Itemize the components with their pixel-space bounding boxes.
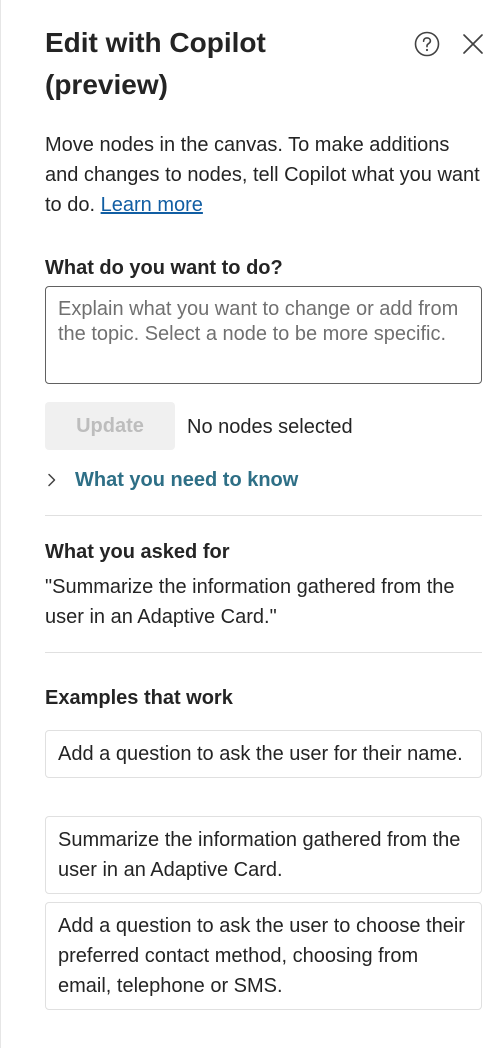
- prompt-label: What do you want to do?: [45, 257, 283, 279]
- chevron-right-icon: [48, 473, 56, 487]
- what-you-need-to-know-label: What you need to know: [75, 469, 299, 491]
- examples-heading: Examples that work: [45, 687, 233, 709]
- update-button[interactable]: Update: [45, 402, 175, 450]
- help-button[interactable]: [414, 31, 440, 57]
- section-divider: [45, 515, 482, 516]
- close-icon: [463, 34, 483, 54]
- panel-title-line1: Edit with Copilot: [45, 27, 266, 58]
- example-card[interactable]: Add a question to ask the user to choose…: [45, 902, 482, 1010]
- prompt-input[interactable]: [45, 286, 482, 384]
- panel-description: Move nodes in the canvas. To make additi…: [45, 130, 485, 220]
- question-circle-icon: [414, 31, 440, 57]
- close-button[interactable]: [460, 31, 486, 57]
- panel-title-line2: (preview): [45, 69, 168, 100]
- copilot-edit-panel: Edit with Copilot (preview) Move nodes i…: [0, 0, 501, 1048]
- asked-heading: What you asked for: [45, 541, 230, 563]
- example-card[interactable]: Add a question to ask the user for their…: [45, 730, 482, 778]
- asked-text: "Summarize the information gathered from…: [45, 576, 455, 628]
- what-you-need-to-know-toggle[interactable]: What you need to know: [45, 465, 298, 495]
- example-card[interactable]: Summarize the information gathered from …: [45, 816, 482, 894]
- selection-status: No nodes selected: [187, 416, 353, 438]
- section-divider: [45, 652, 482, 653]
- learn-more-link[interactable]: Learn more: [101, 194, 203, 216]
- panel-title: Edit with Copilot (preview): [45, 22, 345, 106]
